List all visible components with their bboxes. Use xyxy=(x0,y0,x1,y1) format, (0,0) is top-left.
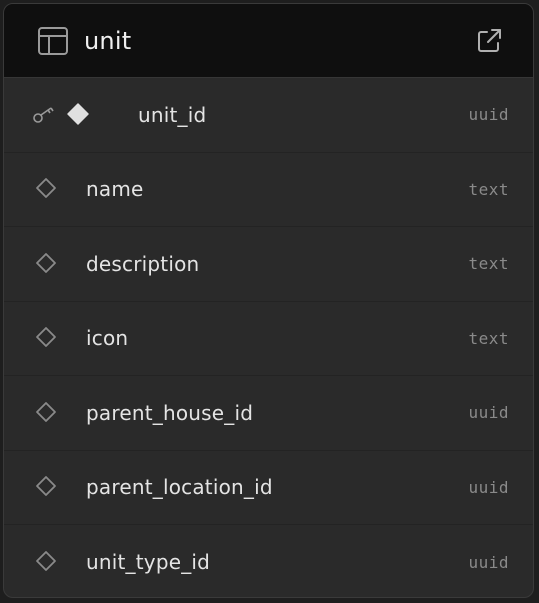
column-type: text xyxy=(468,179,509,199)
key-icon xyxy=(32,105,56,125)
column-type: text xyxy=(468,254,509,274)
table-title: unit xyxy=(84,26,132,55)
column-markers xyxy=(32,101,138,129)
table-header: unit xyxy=(4,4,533,78)
column-markers xyxy=(32,473,86,501)
column-markers xyxy=(32,324,86,352)
column-type: uuid xyxy=(468,477,509,497)
column-name: parent_location_id xyxy=(86,475,273,500)
column-row-parent-location-id[interactable]: parent_location_id uuid xyxy=(4,451,533,525)
column-name: description xyxy=(86,251,200,276)
column-markers xyxy=(32,250,86,278)
column-row-parent-house-id[interactable]: parent_house_id uuid xyxy=(4,376,533,451)
column-type: uuid xyxy=(468,403,509,423)
column-type: text xyxy=(468,328,509,348)
column-row-unit-id[interactable]: unit_id uuid xyxy=(4,78,533,153)
diamond-filled-icon xyxy=(64,101,92,129)
column-name: parent_house_id xyxy=(86,400,254,425)
column-type: uuid xyxy=(468,552,509,572)
table-node-card[interactable]: unit unit_id uuid name text description … xyxy=(3,3,534,598)
column-name: icon xyxy=(86,326,129,351)
column-markers xyxy=(32,399,86,427)
column-name: name xyxy=(86,177,144,202)
column-markers xyxy=(32,548,86,576)
column-row-icon[interactable]: icon text xyxy=(4,302,533,376)
column-row-name[interactable]: name text xyxy=(4,153,533,227)
diamond-outline-icon xyxy=(32,399,60,427)
column-row-unit-type-id[interactable]: unit_type_id uuid xyxy=(4,525,533,597)
column-row-description[interactable]: description text xyxy=(4,227,533,302)
column-type: uuid xyxy=(468,105,509,125)
diamond-outline-icon xyxy=(32,324,60,352)
column-name: unit_id xyxy=(138,102,207,127)
diamond-outline-icon xyxy=(32,175,60,203)
column-markers xyxy=(32,175,86,203)
column-name: unit_type_id xyxy=(86,550,211,575)
diamond-outline-icon xyxy=(32,548,60,576)
diamond-outline-icon xyxy=(32,473,60,501)
table-icon xyxy=(36,24,70,58)
diamond-outline-icon xyxy=(32,250,60,278)
external-link-icon[interactable] xyxy=(473,25,505,57)
